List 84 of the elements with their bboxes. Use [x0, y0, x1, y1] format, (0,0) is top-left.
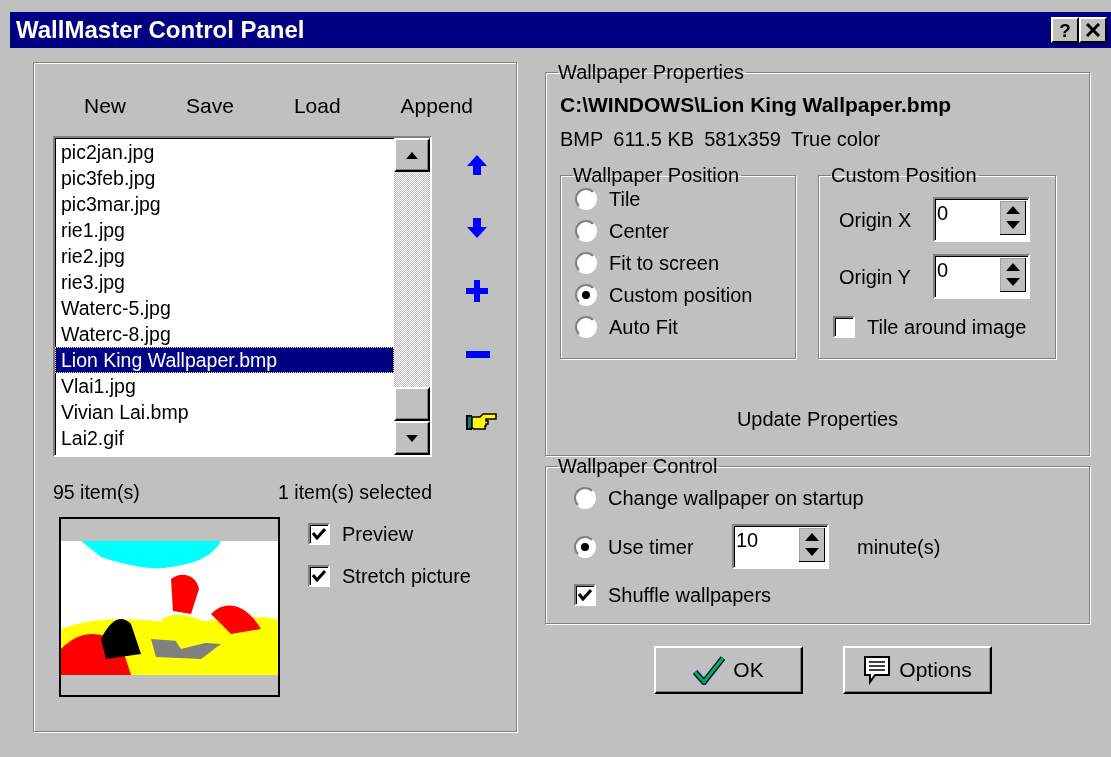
options-button[interactable]: Options	[843, 646, 992, 694]
file-list-item[interactable]: pic3mar.jpg	[55, 191, 394, 218]
group-title: Custom Position	[831, 165, 978, 186]
close-icon	[1086, 23, 1100, 37]
radio-label: Use timer	[608, 534, 695, 559]
radio-button[interactable]	[575, 220, 597, 243]
file-info: BMP	[560, 127, 604, 152]
field-label: Origin Y	[838, 264, 912, 289]
file-info: 611.5 KB	[613, 127, 695, 152]
scroll-down-button[interactable]	[394, 421, 430, 456]
check-mark-icon	[312, 527, 326, 540]
file-info: 581x359	[704, 127, 781, 152]
spin-field[interactable]: 0	[933, 197, 1030, 243]
file-list[interactable]: pic2jan.jpg pic3feb.jpg pic3mar.jpg rie1.jpg rie2.jpg rie3.jpg Waterc-5.jpg Waterc-8.jpg Lion King Wallpaper.bmp Vlai1.jpg Vivian Lai.bmp Lai2.gif	[53, 136, 432, 458]
plus-icon[interactable]	[466, 280, 488, 303]
spinner-arrows-icon[interactable]	[799, 528, 825, 562]
speech-bubble-icon	[863, 655, 892, 685]
checkbox[interactable]	[308, 564, 330, 587]
radio-button[interactable]	[574, 535, 596, 558]
check-mark-icon	[312, 569, 326, 582]
group-title: Wallpaper Position	[573, 165, 740, 186]
number-field[interactable]: 0	[935, 199, 995, 228]
scroll-up-button[interactable]	[394, 138, 430, 173]
spin-field[interactable]: 0	[933, 254, 1030, 300]
scrollbar-thumb[interactable]	[394, 387, 430, 422]
file-info: True color	[790, 127, 881, 152]
window-title: WallMaster Control Panel	[16, 15, 305, 45]
file-path: C:\WINDOWS\Lion King Wallpaper.bmp	[560, 92, 953, 118]
group-title: Wallpaper Control	[558, 456, 719, 476]
toolbar-link[interactable]: New	[84, 93, 126, 119]
file-list-item[interactable]: Waterc-8.jpg	[55, 321, 394, 348]
check-mark-icon	[578, 589, 592, 601]
radio-label: Tile	[609, 187, 641, 212]
checkbox[interactable]	[574, 584, 596, 606]
ok-button[interactable]: OK	[654, 646, 803, 694]
radio-button[interactable]	[575, 252, 597, 275]
radio-button[interactable]	[575, 316, 597, 339]
checkbox-label: Shuffle wallpapers	[608, 583, 772, 607]
file-list-item[interactable]: Waterc-5.jpg	[55, 295, 394, 322]
up-triangle-icon	[406, 151, 418, 159]
file-list-item[interactable]: Lai2.gif	[55, 425, 394, 452]
radio-label: Custom position	[609, 283, 753, 308]
close-button[interactable]	[1079, 17, 1107, 43]
radio-button[interactable]	[574, 487, 596, 509]
checkbox-label: Stretch picture	[342, 563, 471, 588]
update-properties-button[interactable]: Update Properties	[736, 407, 899, 432]
spinner-arrows-icon[interactable]	[1000, 201, 1026, 236]
radio-label: Fit to screen	[609, 251, 720, 276]
selection-count: 1 item(s) selected	[278, 481, 432, 505]
spin-field[interactable]: 10	[732, 524, 829, 569]
spinner-arrows-icon[interactable]	[1000, 258, 1026, 293]
arrow-up-icon[interactable]	[466, 154, 488, 177]
minus-icon[interactable]	[466, 351, 490, 359]
checkbox[interactable]	[308, 522, 330, 545]
check-icon	[693, 655, 726, 685]
group-title: Wallpaper Properties	[558, 62, 745, 82]
file-list-item[interactable]: Vlai1.jpg	[55, 373, 394, 400]
toolbar-link[interactable]: Append	[400, 93, 473, 119]
file-list-item[interactable]: rie2.jpg	[55, 243, 394, 270]
file-list-item[interactable]: Lion King Wallpaper.bmp	[55, 347, 394, 374]
checkbox-label: Preview	[342, 521, 414, 546]
help-button[interactable]: ?	[1051, 17, 1079, 43]
checkbox-label: Tile around image	[867, 315, 1027, 340]
file-list-item[interactable]: rie1.jpg	[55, 217, 394, 244]
file-list-item[interactable]: pic2jan.jpg	[55, 139, 394, 166]
radio-button[interactable]	[575, 284, 597, 307]
file-list-item[interactable]: Vivian Lai.bmp	[55, 399, 394, 426]
toolbar-link[interactable]: Load	[293, 93, 341, 119]
radio-label: Auto Fit	[609, 315, 678, 340]
radio-button[interactable]	[575, 188, 597, 211]
field-label: Origin X	[838, 207, 913, 232]
file-list-item[interactable]: pic3feb.jpg	[55, 165, 394, 192]
checkbox[interactable]	[833, 316, 855, 339]
radio-label: Change wallpaper on startup	[608, 486, 864, 510]
radio-label: Center	[609, 219, 670, 244]
toolbar-link[interactable]: Save	[186, 93, 234, 119]
number-field[interactable]: 0	[935, 256, 995, 285]
item-count: 95 item(s)	[53, 481, 140, 505]
number-field[interactable]: 10	[734, 526, 794, 554]
unit-label: minute(s)	[857, 534, 941, 559]
pointing-hand-icon[interactable]	[466, 412, 498, 433]
down-triangle-icon	[406, 434, 418, 442]
file-list-item[interactable]: rie3.jpg	[55, 269, 394, 296]
arrow-down-icon[interactable]	[466, 217, 488, 240]
